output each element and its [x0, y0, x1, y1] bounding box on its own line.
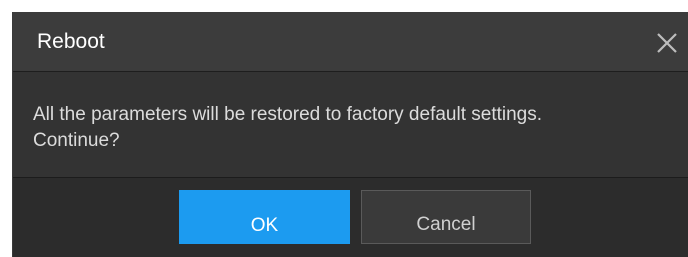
close-icon-glyph — [657, 33, 677, 53]
dialog-footer: OK Cancel — [13, 178, 688, 257]
dialog-message: All the parameters will be restored to f… — [33, 102, 683, 154]
message-line-1: All the parameters will be restored to f… — [33, 104, 543, 125]
cancel-button[interactable]: Cancel — [361, 190, 531, 244]
dialog-title: Reboot — [37, 30, 105, 53]
reboot-dialog: Reboot All the parameters will be restor… — [12, 12, 688, 257]
message-line-2: Continue? — [33, 130, 120, 151]
dialog-titlebar: Reboot — [13, 12, 688, 72]
ok-button[interactable]: OK — [179, 190, 350, 244]
dialog-body: All the parameters will be restored to f… — [13, 72, 688, 178]
close-icon[interactable] — [654, 30, 680, 56]
